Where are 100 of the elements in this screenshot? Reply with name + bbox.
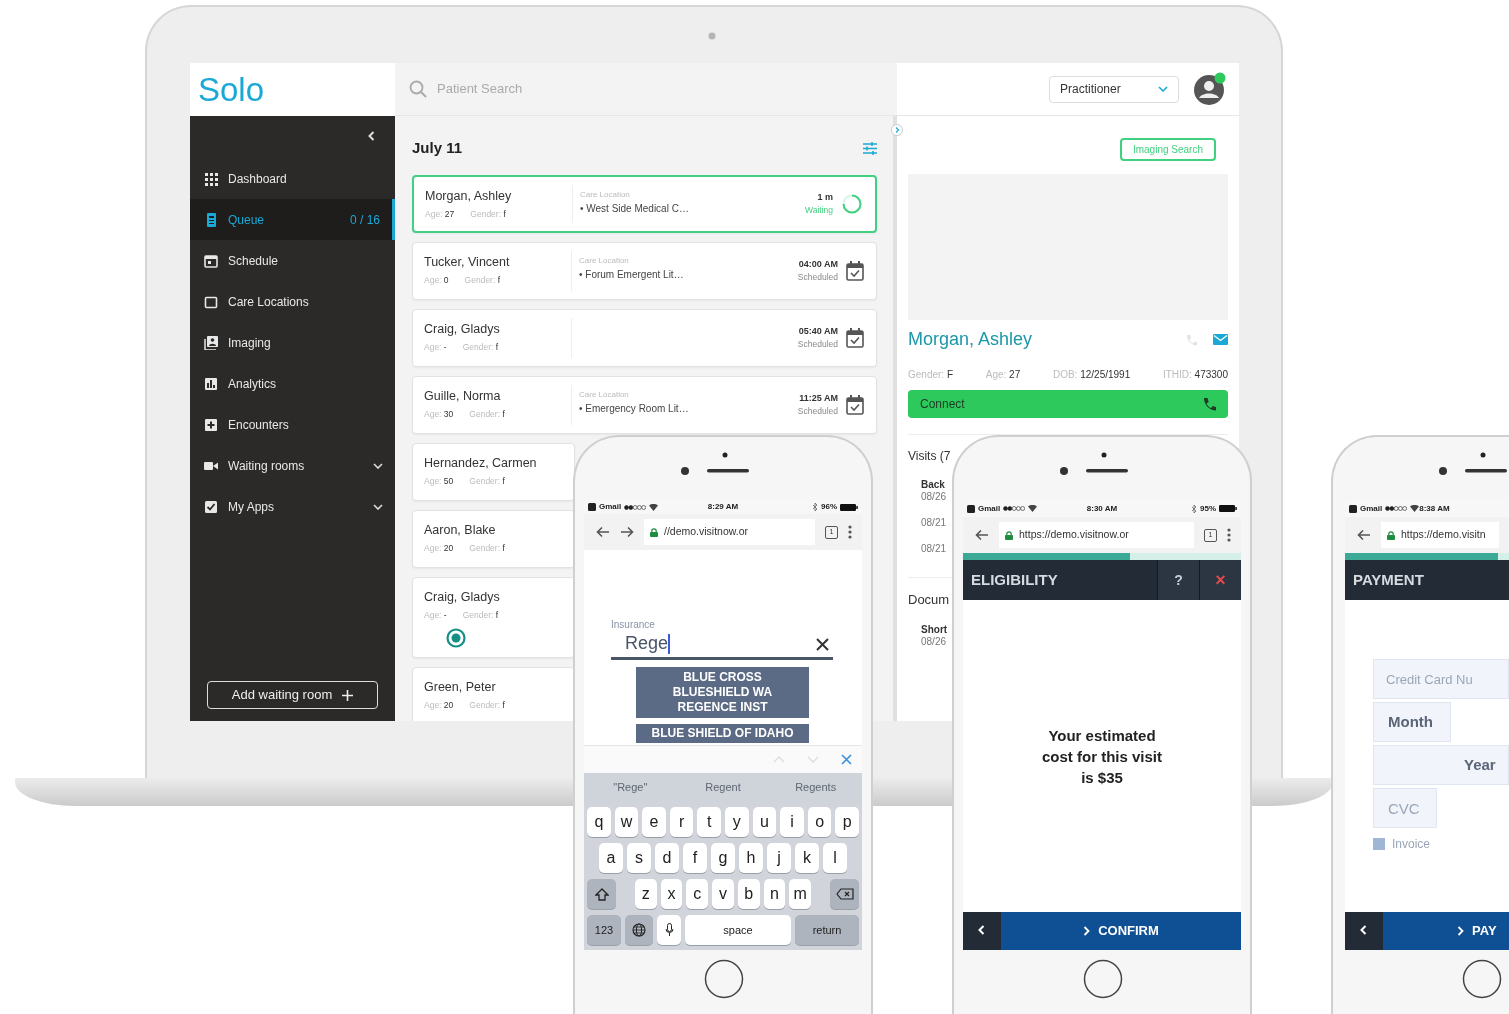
backspace-key[interactable] <box>830 879 859 909</box>
bluetooth-icon <box>813 503 818 511</box>
keyboard-key[interactable]: x <box>660 879 683 909</box>
patient-card[interactable]: Craig, Gladys Age: - Gender: f <box>412 577 575 658</box>
keyboard-key[interactable]: c <box>686 879 709 909</box>
sidebar-item[interactable]: Imaging <box>190 322 395 363</box>
filter-icon <box>863 142 877 155</box>
add-waiting-room-button[interactable]: Add waiting room <box>207 681 378 709</box>
back-arrow-icon <box>1357 529 1371 541</box>
suggestion-item[interactable]: BLUE SHIELD OF IDAHO <box>636 724 809 743</box>
patient-age: Age: 27 <box>425 207 455 221</box>
keyboard-key[interactable]: m <box>789 879 812 909</box>
patient-card[interactable]: Tucker, Vincent Age: 0 Gender: f Care Location • Forum Emergent Lit… 04:00 AM Scheduled <box>412 242 877 300</box>
appointment-status: Scheduled <box>797 271 838 285</box>
role-select[interactable]: Practitioner <box>1049 75 1179 103</box>
screen-title: PAYMENT <box>1352 569 1425 590</box>
input-field[interactable]: CVC <box>1373 788 1437 828</box>
patient-name: Aaron, Blake <box>424 522 497 539</box>
chevron-down-icon <box>807 756 819 763</box>
section-title: Visits (7 <box>908 448 951 465</box>
patient-card[interactable]: Hernandez, Carmen Age: 50 Gender: f <box>412 443 575 501</box>
select-field[interactable]: Month <box>1373 702 1451 742</box>
checkbox[interactable] <box>1373 838 1385 850</box>
keyboard-key[interactable]: d <box>655 843 679 873</box>
keyboard-key[interactable]: w <box>614 807 639 837</box>
sidebar-item[interactable]: Schedule <box>190 240 395 281</box>
keyboard-key[interactable]: u <box>752 807 777 837</box>
sidebar-item[interactable]: Encounters <box>190 404 395 445</box>
sidebar-item[interactable]: Dashboard <box>190 158 395 199</box>
pay-button[interactable]: PAY <box>1383 912 1509 950</box>
keyboard-key[interactable]: space <box>685 915 791 945</box>
shift-key[interactable] <box>587 879 616 909</box>
help-button[interactable]: ? <box>1157 560 1199 600</box>
chevron-left-icon <box>977 925 987 937</box>
patient-card[interactable]: Green, Peter Age: 20 Gender: f <box>412 667 575 721</box>
patient-card[interactable]: Guille, Norma Age: 30 Gender: f Care Location • Emergency Room Lit… 11:25 AM Scheduled <box>412 376 877 434</box>
location-name: • West Side Medical C… <box>580 202 690 216</box>
patient-age: Age: 50 <box>424 474 454 488</box>
keyboard-key[interactable]: h <box>739 843 763 873</box>
wifi-icon <box>649 503 659 511</box>
keyboard-key[interactable]: j <box>767 843 791 873</box>
sidebar-item[interactable]: Waiting rooms <box>190 445 395 486</box>
carrier-label: Gmail <box>978 502 1001 515</box>
suggestion-item[interactable]: BLUE CROSS BLUESHIELD WA REGENCE INST <box>636 667 809 718</box>
select-field[interactable]: Year <box>1373 745 1509 785</box>
back-button[interactable] <box>1345 912 1383 950</box>
url-field[interactable]: //demo.visitnow.or <box>644 519 815 545</box>
keyboard-key[interactable]: a <box>599 843 623 873</box>
microphone-key[interactable] <box>657 915 681 945</box>
appointment-status: Scheduled <box>797 338 838 352</box>
patient-card[interactable]: Morgan, Ashley Age: 27 Gender: f Care Location • West Side Medical C… 1 m Waiting <box>412 175 877 233</box>
keyboard-key[interactable]: b <box>737 879 760 909</box>
url-field[interactable]: https://demo.visitn <box>1381 522 1499 548</box>
sidebar-item[interactable]: Care Locations <box>190 281 395 322</box>
keyboard-key[interactable]: n <box>763 879 786 909</box>
keyboard-key[interactable]: y <box>725 807 749 837</box>
keyboard-key[interactable]: v <box>712 879 734 909</box>
visit-date: 08/26 <box>921 491 948 503</box>
keyboard-key[interactable]: r <box>669 807 694 837</box>
document-title: Short <box>921 623 949 636</box>
connect-button[interactable]: Connect <box>908 390 1228 418</box>
sidebar-item[interactable]: Queue 0 / 16 <box>190 199 395 240</box>
keyboard-key[interactable]: 123 <box>587 915 621 945</box>
keyboard-key[interactable]: q <box>587 807 611 837</box>
url-field[interactable]: https://demo.visitnow.or <box>999 522 1194 548</box>
keyboard-key[interactable]: p <box>835 807 859 837</box>
confirm-button[interactable]: CONFIRM <box>1001 912 1241 950</box>
keyboard-key[interactable]: z <box>634 879 657 909</box>
search-field[interactable]: Patient Search <box>435 78 635 100</box>
prediction-item[interactable]: Regents <box>795 781 837 794</box>
patient-age: Age: 20 <box>424 541 454 555</box>
field-label: Insurance <box>611 618 656 632</box>
insurance-field[interactable]: Rege <box>611 632 833 660</box>
keyboard-key[interactable]: e <box>642 807 666 837</box>
keyboard-key[interactable]: k <box>795 843 819 873</box>
sidebar-item[interactable]: My Apps <box>190 486 395 527</box>
screen-title: ELIGIBILITY <box>970 569 1059 590</box>
prediction-item[interactable]: "Rege" <box>613 781 648 794</box>
keyboard-key[interactable]: f <box>683 843 707 873</box>
back-button[interactable] <box>963 912 1001 950</box>
keyboard-key[interactable]: o <box>807 807 832 837</box>
keyboard-key[interactable]: g <box>711 843 735 873</box>
prediction-item[interactable]: Regent <box>705 781 741 794</box>
app-icon <box>1349 504 1357 513</box>
patient-card[interactable]: Aaron, Blake Age: 20 Gender: f <box>412 510 575 568</box>
keyboard-key[interactable]: i <box>780 807 804 837</box>
location-label: Care Location <box>579 389 630 401</box>
patient-card[interactable]: Craig, Gladys Age: - Gender: f 05:40 AM Scheduled <box>412 309 877 367</box>
keyboard-key[interactable]: l <box>823 843 847 873</box>
patient-age: Age: 0 <box>424 273 449 287</box>
bluetooth-icon <box>1192 504 1197 513</box>
keyboard-key[interactable]: t <box>697 807 721 837</box>
keyboard-key[interactable]: s <box>627 843 651 873</box>
sidebar-item[interactable]: Analytics <box>190 363 395 404</box>
globe-key[interactable] <box>625 915 653 945</box>
input-field[interactable]: Credit Card Nu <box>1373 659 1509 699</box>
close-icon <box>841 754 852 765</box>
keyboard-key[interactable]: return <box>795 915 859 945</box>
checkbox-label: Invoice <box>1392 836 1431 853</box>
phone-icon <box>1202 397 1216 411</box>
